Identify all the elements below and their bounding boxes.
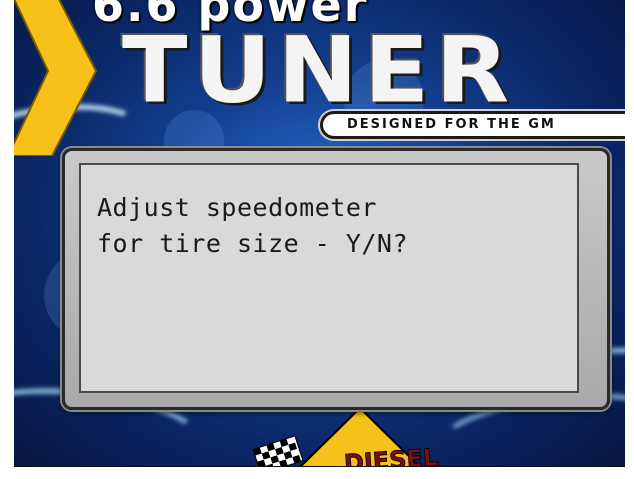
lcd-display-bezel: Adjust speedometer for tire size - Y/N? xyxy=(62,148,610,410)
chevron-logo-icon xyxy=(14,0,98,156)
checkered-flag-icon xyxy=(252,435,304,466)
diesel-logo: DIESEL xyxy=(252,406,439,466)
lcd-line-1: Adjust speedometer xyxy=(97,193,377,222)
tagline-badge: DESIGNED FOR THE GM xyxy=(320,111,625,139)
lcd-display: Adjust speedometer for tire size - Y/N? xyxy=(79,163,579,393)
brand-main-text: TUNER xyxy=(122,16,516,124)
lcd-line-2: for tire size - Y/N? xyxy=(97,229,409,258)
tagline-text: DESIGNED FOR THE GM xyxy=(347,117,556,132)
device-screen-frame: 6.6 power TUNER DESIGNED FOR THE GM DIES… xyxy=(14,0,625,467)
